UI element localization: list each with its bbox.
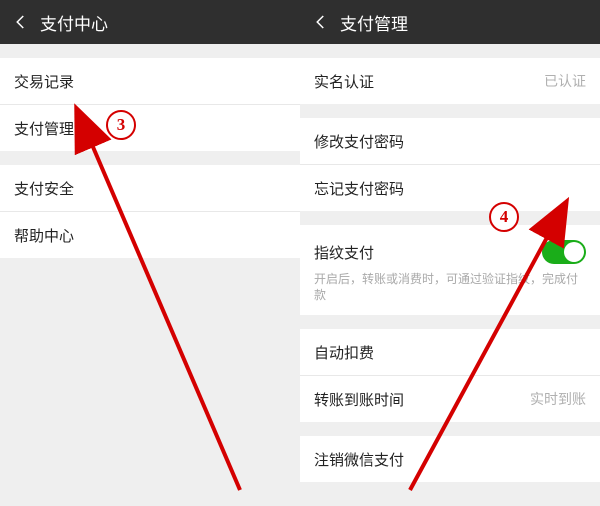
header-bar: 支付中心 bbox=[0, 0, 300, 44]
annotation-step-4: 4 bbox=[489, 202, 519, 232]
fingerprint-toggle[interactable] bbox=[542, 240, 586, 264]
row-label: 转账到账时间 bbox=[314, 389, 404, 410]
page-title: 支付管理 bbox=[340, 10, 408, 35]
page-title: 支付中心 bbox=[40, 10, 108, 35]
row-label: 忘记支付密码 bbox=[314, 178, 404, 199]
screen-payment-center: 支付中心 交易记录 支付管理 支付安全 帮助中心 bbox=[0, 0, 300, 506]
arrow-left-icon bbox=[12, 13, 30, 31]
row-value: 已认证 bbox=[544, 71, 586, 91]
row-label: 修改支付密码 bbox=[314, 131, 404, 152]
row-transactions[interactable]: 交易记录 bbox=[0, 58, 300, 105]
row-label: 自动扣费 bbox=[314, 342, 374, 363]
separator bbox=[300, 422, 600, 436]
separator bbox=[0, 44, 300, 58]
row-forgot-password[interactable]: 忘记支付密码 bbox=[300, 165, 600, 211]
row-transfer-time[interactable]: 转账到账时间 实时到账 bbox=[300, 376, 600, 422]
row-label: 支付安全 bbox=[14, 178, 74, 199]
row-logout-wechat-pay[interactable]: 注销微信支付 bbox=[300, 436, 600, 482]
separator bbox=[300, 44, 600, 58]
row-label: 实名认证 bbox=[314, 71, 374, 92]
separator bbox=[0, 151, 300, 165]
row-label: 注销微信支付 bbox=[314, 449, 404, 470]
header-bar: 支付管理 bbox=[300, 0, 600, 44]
arrow-left-icon bbox=[312, 13, 330, 31]
separator bbox=[300, 104, 600, 118]
row-description: 开启后，转账或消费时，可通过验证指纹，完成付款 bbox=[314, 271, 586, 303]
row-change-password[interactable]: 修改支付密码 bbox=[300, 118, 600, 165]
screen-payment-manage: 支付管理 实名认证 已认证 修改支付密码 忘记支付密码 指纹支付 开启后，转账或… bbox=[300, 0, 600, 506]
row-value: 实时到账 bbox=[530, 389, 586, 409]
row-payment-security[interactable]: 支付安全 bbox=[0, 165, 300, 212]
row-label: 帮助中心 bbox=[14, 225, 74, 246]
row-help-center[interactable]: 帮助中心 bbox=[0, 212, 300, 258]
row-label: 指纹支付 bbox=[314, 242, 374, 263]
row-label: 交易记录 bbox=[14, 71, 74, 92]
back-button[interactable] bbox=[6, 7, 36, 37]
row-real-name[interactable]: 实名认证 已认证 bbox=[300, 58, 600, 104]
row-label: 支付管理 bbox=[14, 118, 74, 139]
row-payment-manage[interactable]: 支付管理 bbox=[0, 105, 300, 151]
row-fingerprint-pay: 指纹支付 开启后，转账或消费时，可通过验证指纹，完成付款 bbox=[300, 225, 600, 315]
back-button[interactable] bbox=[306, 7, 336, 37]
separator bbox=[300, 315, 600, 329]
annotation-step-3: 3 bbox=[106, 110, 136, 140]
row-auto-debit[interactable]: 自动扣费 bbox=[300, 329, 600, 376]
separator bbox=[300, 211, 600, 225]
